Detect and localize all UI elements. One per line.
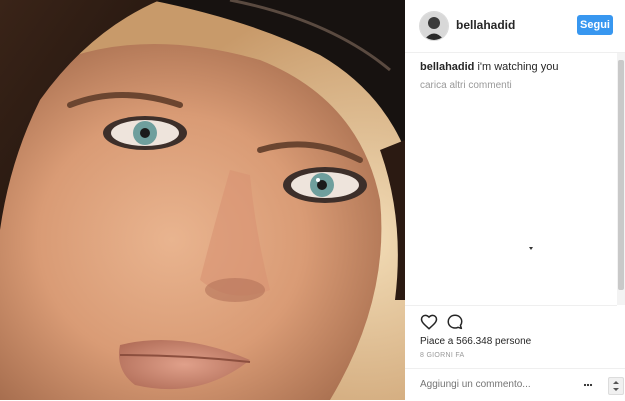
- post-timestamp: 8 GIORNI FA: [420, 352, 465, 359]
- cursor-caret-icon: [529, 247, 533, 250]
- more-options-icon[interactable]: [583, 380, 593, 390]
- post-header: bellahadid Segui: [405, 0, 625, 53]
- load-more-comments-link[interactable]: carica altri commenti: [420, 80, 512, 91]
- add-comment-input[interactable]: [420, 379, 560, 390]
- username-link[interactable]: bellahadid: [456, 18, 515, 32]
- likes-count[interactable]: Piace a 566.348 persone: [420, 336, 531, 347]
- comment-composer: [405, 368, 625, 401]
- comment-text: i'm watching you: [477, 61, 559, 73]
- avatar[interactable]: [419, 11, 449, 41]
- input-spinner-control[interactable]: [608, 377, 624, 395]
- caption-comment: bellahadid i'm watching you: [420, 61, 558, 73]
- comments-list: bellahadid i'm watching you carica altri…: [405, 53, 617, 305]
- follow-button[interactable]: Segui: [577, 15, 613, 35]
- comment-bubble-icon[interactable]: [446, 313, 464, 331]
- post-sidebar: bellahadid Segui bellahadid i'm watching…: [405, 0, 625, 400]
- post-photo[interactable]: [0, 0, 405, 400]
- comment-author[interactable]: bellahadid: [420, 61, 474, 73]
- comments-scrollbar-thumb[interactable]: [618, 60, 624, 290]
- avatar-image: [420, 12, 448, 40]
- heart-icon[interactable]: [420, 313, 438, 331]
- actions-divider: [405, 305, 617, 307]
- portrait-image: [0, 0, 405, 400]
- spinner-arrows-icon: [613, 381, 619, 391]
